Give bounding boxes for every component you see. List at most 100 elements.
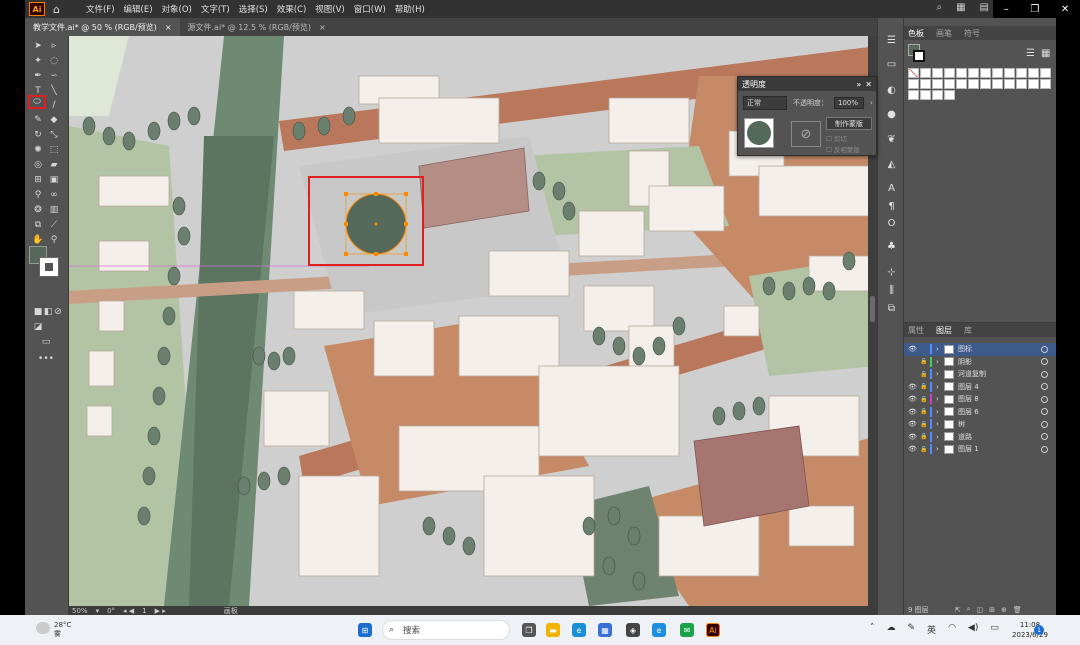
- lock-icon[interactable]: 🔒: [920, 408, 930, 415]
- grid-view-icon[interactable]: ▦: [1041, 48, 1050, 59]
- lock-icon[interactable]: 🔒: [920, 421, 930, 428]
- screen-mode-icon[interactable]: ▭: [39, 336, 53, 348]
- export-icon[interactable]: ⇱: [955, 606, 961, 614]
- search-icon[interactable]: ⌕: [936, 2, 942, 13]
- artboard-number[interactable]: 1: [142, 607, 146, 615]
- target-icon[interactable]: [1041, 358, 1048, 366]
- chevron-up-icon[interactable]: ˄: [870, 623, 875, 636]
- menu-view[interactable]: 视图(V): [315, 3, 344, 15]
- target-icon[interactable]: [1041, 383, 1048, 391]
- swatch-item[interactable]: [944, 79, 955, 89]
- eye-icon[interactable]: 👁: [908, 445, 920, 453]
- swatch-item[interactable]: [968, 79, 979, 89]
- eye-icon[interactable]: 👁: [908, 383, 920, 391]
- line-tool-icon[interactable]: ╲: [47, 85, 61, 97]
- layer-name[interactable]: 道路: [958, 432, 1041, 442]
- none-mode-icon[interactable]: ⊘: [51, 306, 65, 318]
- curvature-tool-icon[interactable]: ∽: [47, 70, 61, 82]
- opentype-icon[interactable]: O: [885, 217, 898, 230]
- lock-icon[interactable]: 🔒: [920, 371, 930, 378]
- close-icon[interactable]: ×: [165, 23, 172, 32]
- layer-row[interactable]: 👁 🔒 › 图层 6: [904, 406, 1056, 419]
- graph-tool-icon[interactable]: ▥: [47, 204, 61, 216]
- swatch-item[interactable]: [956, 79, 967, 89]
- chevron-right-icon[interactable]: ›: [936, 383, 944, 391]
- target-icon[interactable]: [1041, 445, 1048, 453]
- chevron-right-icon[interactable]: ›: [936, 445, 944, 453]
- blend-mode-select[interactable]: 正常: [743, 96, 787, 110]
- lock-icon[interactable]: 🔒: [920, 358, 930, 365]
- swatch-item[interactable]: [980, 68, 991, 78]
- menu-type[interactable]: 文字(T): [201, 3, 230, 15]
- swatch-item[interactable]: [1040, 68, 1051, 78]
- menu-edit[interactable]: 编辑(E): [124, 3, 153, 15]
- cloud-icon[interactable]: ☁: [887, 623, 896, 636]
- locate-icon[interactable]: ⌕: [967, 605, 971, 614]
- layer-row[interactable]: 👁 › 图标: [904, 343, 1056, 356]
- layer-name[interactable]: 树: [958, 419, 1041, 429]
- target-icon[interactable]: [1041, 433, 1048, 441]
- transparency-icon[interactable]: ◭: [885, 158, 898, 171]
- target-icon[interactable]: [1041, 408, 1048, 416]
- eye-icon[interactable]: 👁: [908, 408, 920, 416]
- transform-icon[interactable]: ⊹: [885, 266, 898, 279]
- new-layer-icon[interactable]: ⊕: [1001, 606, 1007, 614]
- magic-wand-icon[interactable]: ✦: [31, 55, 45, 67]
- tab-libraries[interactable]: 库: [964, 325, 972, 336]
- layer-row[interactable]: 👁 🔒 › 道路: [904, 431, 1056, 444]
- chevron-right-icon[interactable]: ›: [936, 408, 944, 416]
- swatch-item[interactable]: [920, 79, 931, 89]
- target-icon[interactable]: [1041, 420, 1048, 428]
- browser-icon[interactable]: e: [652, 623, 666, 637]
- chevron-right-icon[interactable]: ›: [936, 358, 944, 366]
- swatch-item[interactable]: [980, 79, 991, 89]
- gradient-tool-icon[interactable]: ▣: [47, 174, 61, 186]
- layer-name[interactable]: 图标: [958, 344, 1041, 354]
- make-mask-button[interactable]: 制作蒙版: [826, 117, 872, 130]
- blend-tool-icon[interactable]: ∞: [47, 189, 61, 201]
- tab-layers[interactable]: 图层: [936, 325, 952, 336]
- eye-icon[interactable]: 👁: [908, 345, 920, 353]
- rotation-field[interactable]: 0°: [107, 607, 115, 615]
- swatch-item[interactable]: [944, 68, 955, 78]
- close-icon[interactable]: ×: [319, 23, 326, 32]
- color-guide-icon[interactable]: ❦: [885, 133, 898, 146]
- layer-row[interactable]: 👁 🔒 › 图层 1: [904, 443, 1056, 456]
- panel-stroke-swatch[interactable]: [913, 50, 925, 62]
- symbols-icon[interactable]: ♣: [885, 240, 898, 253]
- stroke-color-swatch[interactable]: [39, 257, 59, 277]
- opacity-input[interactable]: 100%: [834, 97, 864, 109]
- layer-row[interactable]: 👁 🔒 › 图层 8: [904, 393, 1056, 406]
- new-sublayer-icon[interactable]: ⊞: [989, 606, 995, 614]
- perspective-grid-icon[interactable]: ▰: [47, 159, 61, 171]
- task-view-icon[interactable]: ❐: [522, 623, 536, 637]
- eyedropper-icon[interactable]: ⚲: [31, 189, 45, 201]
- mesh-tool-icon[interactable]: ⊞: [31, 174, 45, 186]
- app-icon[interactable]: ◈: [626, 623, 640, 637]
- battery-icon[interactable]: ▭: [990, 623, 999, 636]
- symbol-sprayer-icon[interactable]: ❂: [31, 204, 45, 216]
- scroll-thumb[interactable]: [870, 296, 875, 322]
- menu-help[interactable]: 帮助(H): [395, 3, 425, 15]
- edge-icon[interactable]: e: [572, 623, 586, 637]
- comments-icon[interactable]: ▭: [885, 58, 898, 71]
- warp-tool-icon[interactable]: ✺: [31, 144, 45, 156]
- appearance-icon[interactable]: ◐: [885, 84, 898, 97]
- swatch-item[interactable]: [1016, 79, 1027, 89]
- tab-source-file[interactable]: 源文件.ai* @ 12.5 % (RGB/预览) ×: [180, 18, 334, 36]
- eye-icon[interactable]: 👁: [908, 420, 920, 428]
- transparency-header[interactable]: 透明度 » ✕: [738, 77, 876, 91]
- swatch-item[interactable]: [944, 90, 955, 100]
- scale-tool-icon[interactable]: ⤡: [47, 129, 61, 141]
- layer-name[interactable]: 图层 1: [958, 444, 1041, 454]
- artboard-tool-icon[interactable]: ⧉: [31, 219, 45, 231]
- chevron-right-icon[interactable]: ›: [936, 345, 944, 353]
- swatch-item[interactable]: [968, 68, 979, 78]
- layer-name[interactable]: 图层 8: [958, 394, 1041, 404]
- swatch-item[interactable]: [1040, 79, 1051, 89]
- input-language[interactable]: 英: [927, 623, 936, 636]
- tab-teaching-file[interactable]: 教学文件.ai* @ 50 % (RGB/预览) ×: [25, 18, 180, 36]
- list-view-icon[interactable]: ☰: [1026, 48, 1035, 59]
- layer-row[interactable]: 👁 🔒 › 树: [904, 418, 1056, 431]
- weather-widget[interactable]: 28°C 雾: [54, 621, 71, 639]
